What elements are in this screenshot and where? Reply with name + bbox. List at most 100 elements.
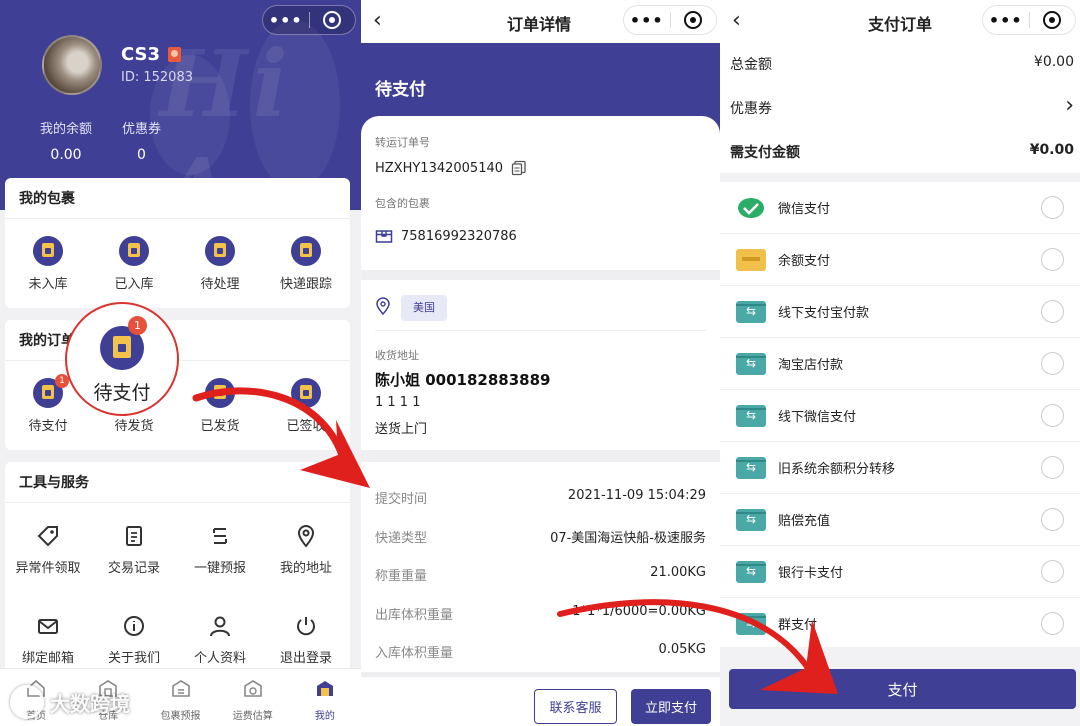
method-radio[interactable] bbox=[1041, 248, 1064, 271]
stat-balance[interactable]: 我的余额 0.00 bbox=[40, 118, 92, 163]
more-icon[interactable]: ••• bbox=[263, 11, 309, 30]
method-radio[interactable] bbox=[1041, 404, 1064, 427]
packages-title: 我的包裹 bbox=[19, 191, 75, 207]
user-name: CS3 bbox=[121, 44, 161, 65]
pay-button[interactable]: 支付 bbox=[729, 669, 1076, 709]
method-name: 赔偿充值 bbox=[778, 514, 831, 529]
pay-method-alipay-offline[interactable]: 线下支付宝付款 bbox=[720, 286, 1080, 338]
pkg-stored[interactable]: 已入库 bbox=[91, 236, 177, 292]
method-radio[interactable] bbox=[1041, 300, 1064, 323]
total-label: 总金额 bbox=[730, 57, 772, 73]
icon-label: 已发货 bbox=[200, 419, 240, 434]
pay-method-legacy-transfer[interactable]: 旧系统余额积分转移 bbox=[720, 442, 1080, 494]
copy-icon[interactable] bbox=[511, 160, 527, 176]
info-icon bbox=[120, 612, 148, 640]
stat-label: 我的余额 bbox=[40, 122, 93, 137]
icon-label: 已入库 bbox=[114, 277, 154, 292]
method-radio[interactable] bbox=[1041, 196, 1064, 219]
pay-method-wechat[interactable]: 微信支付 bbox=[720, 182, 1080, 234]
method-name: 线下支付宝付款 bbox=[778, 306, 870, 321]
more-icon[interactable]: ••• bbox=[624, 11, 670, 30]
detail-value: 2021-11-09 15:04:29 bbox=[567, 488, 706, 503]
method-radio[interactable] bbox=[1041, 352, 1064, 375]
pay-method-group[interactable]: 群支付 bbox=[720, 598, 1080, 650]
pay-method-taobao[interactable]: 淘宝店付款 bbox=[720, 338, 1080, 390]
tools-title: 工具与服务 bbox=[19, 475, 89, 491]
method-radio[interactable] bbox=[1041, 456, 1064, 479]
icon-label: 已签收 bbox=[286, 419, 326, 434]
tool-bind-email[interactable]: 绑定邮箱 bbox=[5, 612, 91, 666]
icon-label: 绑定邮箱 bbox=[21, 651, 74, 666]
icon-label: 交易记录 bbox=[107, 561, 160, 576]
tool-address[interactable]: 我的地址 bbox=[263, 522, 349, 576]
package-box-icon bbox=[375, 230, 393, 243]
transfer-label: 转运订单号 bbox=[375, 136, 430, 149]
highlight-badge: 1 bbox=[128, 316, 147, 335]
icon-label: 关于我们 bbox=[107, 651, 160, 666]
tool-logout[interactable]: 退出登录 bbox=[263, 612, 349, 666]
tools-card: 工具与服务 异常件领取 交易记录 一键预报 我的地址 绑定邮箱 关于我们 个人资… bbox=[5, 462, 350, 677]
order-received[interactable]: 已签收 bbox=[263, 378, 349, 434]
back-icon[interactable]: ‹ bbox=[373, 8, 382, 33]
pay-now-button[interactable]: 立即支付 bbox=[631, 689, 711, 724]
close-target-icon[interactable] bbox=[671, 11, 717, 29]
detail-key: 称重重量 bbox=[375, 569, 428, 584]
close-target-icon[interactable] bbox=[1030, 11, 1076, 29]
chevron-right-icon: › bbox=[1065, 93, 1074, 118]
total-value: ¥0.00 bbox=[1033, 54, 1074, 70]
icon-label: 未入库 bbox=[28, 277, 68, 292]
tool-forecast[interactable]: 一键预报 bbox=[177, 522, 263, 576]
pkg-pending[interactable]: 待处理 bbox=[177, 236, 263, 292]
tab-forecast[interactable]: 包裹预报 bbox=[144, 669, 216, 726]
tracking-icon bbox=[291, 236, 321, 266]
pkg-not-stored[interactable]: 未入库 bbox=[5, 236, 91, 292]
tool-exception[interactable]: 异常件领取 bbox=[5, 522, 91, 576]
pay-method-compensation[interactable]: 赔偿充值 bbox=[720, 494, 1080, 546]
unpaid-highlight[interactable]: 1 待支付 bbox=[65, 302, 179, 416]
method-radio[interactable] bbox=[1041, 508, 1064, 531]
tab-freight[interactable]: 运费估算 bbox=[217, 669, 289, 726]
contact-support-button[interactable]: 联系客服 bbox=[534, 689, 617, 724]
wechat-icon bbox=[736, 197, 766, 219]
stat-coupons[interactable]: 优惠券 0 bbox=[122, 118, 161, 163]
coupon-row[interactable]: 优惠券 › bbox=[730, 93, 1074, 118]
transfer-icon bbox=[736, 352, 766, 375]
order-detail-screen: ‹ 订单详情 ••• 待支付 转运订单号 HZXHY1342005140 包含的… bbox=[361, 0, 720, 726]
location-pin-icon bbox=[292, 522, 320, 550]
pay-method-bank-card[interactable]: 银行卡支付 bbox=[720, 546, 1080, 598]
transfer-icon bbox=[736, 560, 766, 583]
pay-method-balance[interactable]: 余额支付 bbox=[720, 234, 1080, 286]
more-icon[interactable]: ••• bbox=[983, 11, 1029, 30]
back-icon[interactable]: ‹ bbox=[732, 8, 741, 33]
method-radio[interactable] bbox=[1041, 560, 1064, 583]
mini-program-capsule: ••• bbox=[982, 5, 1076, 35]
wallet-icon bbox=[736, 248, 766, 271]
detail-row: 提交时间 2021-11-09 15:04:29 bbox=[375, 488, 706, 507]
detail-key: 入库体积重量 bbox=[375, 646, 454, 661]
detail-value: 07-美国海运快船-极速服务 bbox=[550, 531, 706, 546]
icon-label: 待支付 bbox=[28, 419, 68, 434]
tool-about[interactable]: 关于我们 bbox=[91, 612, 177, 666]
tool-transactions[interactable]: 交易记录 bbox=[91, 522, 177, 576]
tab-mine[interactable]: 我的 bbox=[289, 669, 361, 726]
package-number: 75816992320786 bbox=[401, 228, 517, 244]
tag-icon bbox=[34, 522, 62, 550]
address-label: 收货地址 bbox=[375, 349, 419, 362]
forecast-icon bbox=[206, 522, 234, 550]
highlight-label: 待支付 bbox=[93, 382, 151, 404]
method-radio[interactable] bbox=[1041, 612, 1064, 635]
stat-value: 0.00 bbox=[50, 147, 82, 163]
watermark: 大数跨境 bbox=[10, 685, 130, 719]
tool-profile[interactable]: 个人资料 bbox=[177, 612, 263, 666]
watermark-logo-icon bbox=[10, 685, 44, 719]
stat-value: 0 bbox=[137, 147, 146, 163]
detail-row: 出库体积重量 1*1*1/6000=0.00KG bbox=[375, 604, 706, 623]
close-target-icon[interactable] bbox=[310, 11, 356, 29]
location-icon bbox=[376, 297, 390, 315]
order-shipped[interactable]: 已发货 bbox=[177, 378, 263, 434]
page-title: 支付订单 bbox=[868, 15, 933, 34]
delivery-type: 送货上门 bbox=[375, 422, 428, 437]
pkg-tracking[interactable]: 快递跟踪 bbox=[263, 236, 349, 292]
pay-method-wechat-offline[interactable]: 线下微信支付 bbox=[720, 390, 1080, 442]
avatar[interactable] bbox=[42, 35, 102, 95]
